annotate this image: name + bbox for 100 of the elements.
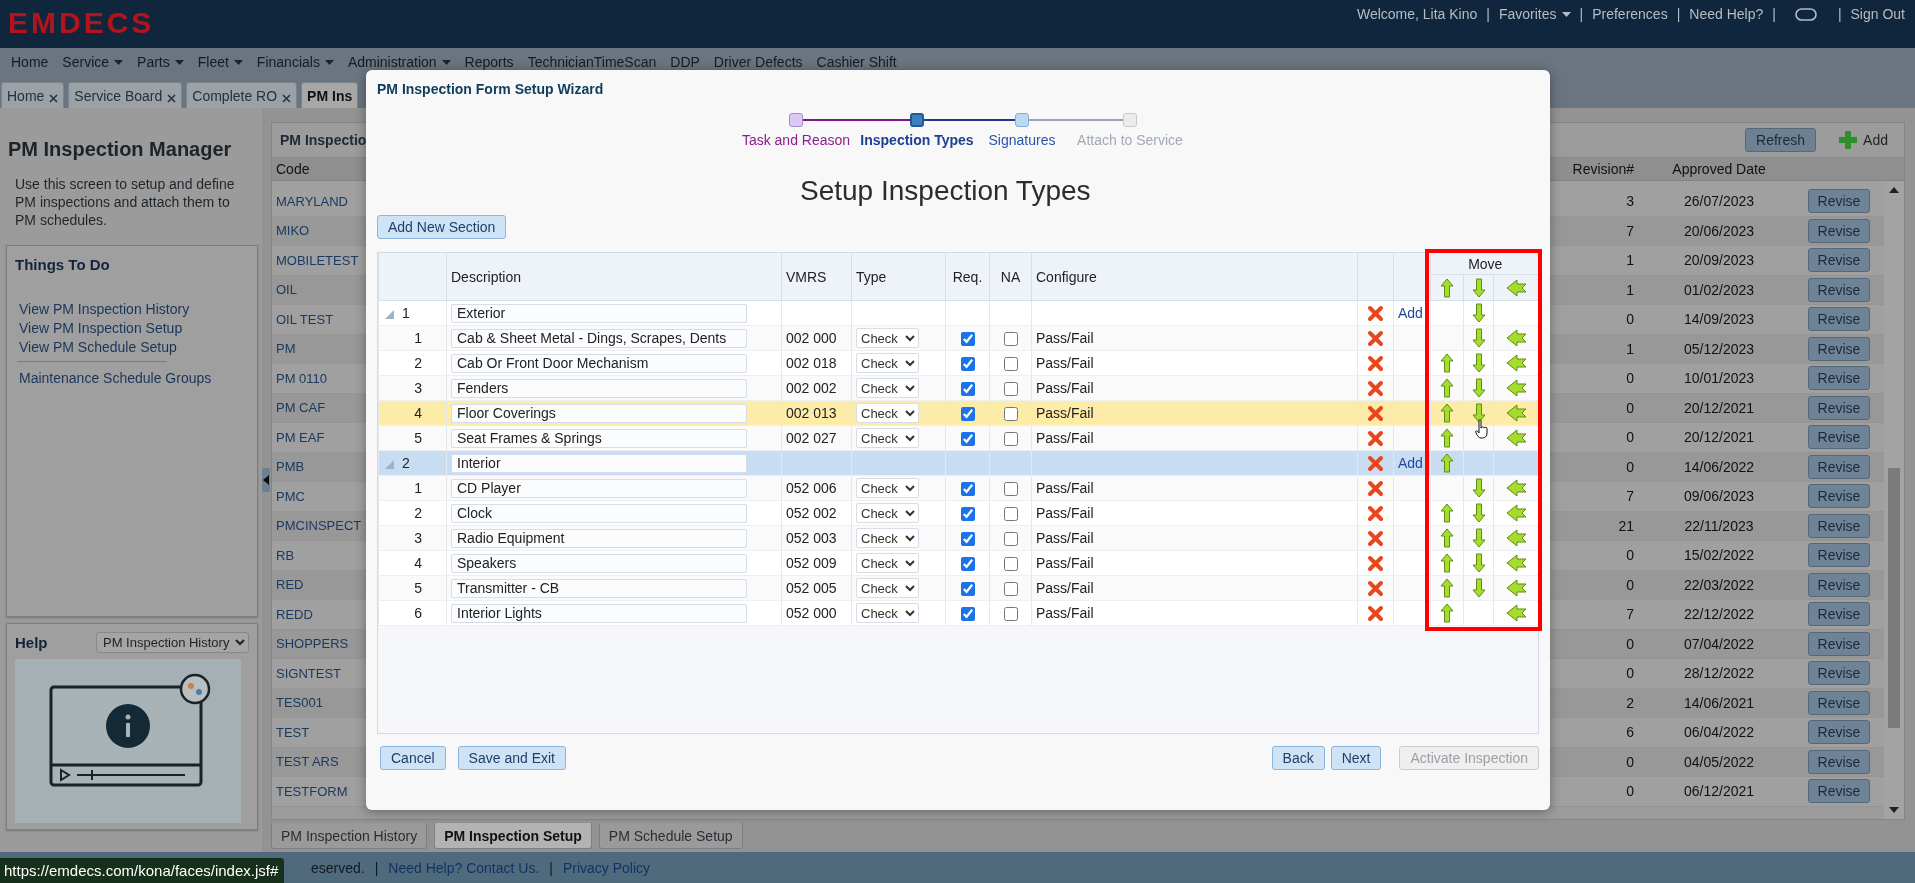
delete-icon[interactable] [1367,604,1384,622]
description-field[interactable]: Transmitter - CB [451,578,747,598]
revise-button[interactable]: Revise [1808,749,1870,774]
down-arrow-icon[interactable] [1471,303,1486,323]
left-arrow-icon[interactable] [1505,404,1528,423]
scrollbar[interactable] [1884,181,1904,819]
left-arrow-icon[interactable] [1505,529,1528,548]
tab[interactable]: PM Inspection Setup [434,823,592,849]
delete-icon[interactable] [1367,404,1384,422]
na-checkbox[interactable] [1003,482,1018,497]
na-checkbox[interactable] [1003,507,1018,522]
left-arrow-icon[interactable] [1505,278,1528,297]
table-row[interactable]: 6 Interior Lights 052 000 Check Pass/Fail [378,600,1540,626]
up-arrow-icon[interactable] [1440,503,1454,523]
up-arrow-icon[interactable] [1440,603,1454,623]
header-link[interactable]: Sign Out [1850,6,1905,22]
caret-icon[interactable] [324,59,334,65]
description-field[interactable]: Radio Equipment [451,528,747,548]
caret-icon[interactable] [174,59,184,65]
type-select[interactable]: Check [856,528,919,548]
header-link[interactable]: Preferences [1592,6,1668,22]
table-row[interactable]: 4 Speakers 052 009 Check Pass/Fail [378,550,1540,576]
revise-button[interactable]: Revise [1808,720,1870,745]
caret-icon[interactable] [441,59,451,65]
required-checkbox[interactable] [960,557,975,572]
revise-button[interactable]: Revise [1808,661,1870,686]
type-select[interactable]: Check [856,328,919,348]
delete-icon[interactable] [1367,504,1384,522]
description-field[interactable]: Exterior [451,303,747,323]
delete-icon[interactable] [1367,454,1384,472]
refresh-button[interactable]: Refresh [1745,128,1817,152]
revise-button[interactable]: Revise [1808,513,1870,538]
revise-button[interactable]: Revise [1808,218,1870,243]
na-checkbox[interactable] [1003,582,1018,597]
menu-item[interactable]: TechnicianTimeScan [527,54,657,70]
revise-button[interactable]: Revise [1808,631,1870,656]
revise-button[interactable]: Revise [1808,395,1870,420]
left-arrow-icon[interactable] [1505,579,1528,598]
required-checkbox[interactable] [960,357,975,372]
left-arrow-icon[interactable] [1505,604,1528,623]
required-checkbox[interactable] [960,432,975,447]
revise-button[interactable]: Revise [1808,425,1870,450]
down-arrow-icon[interactable] [1471,553,1486,573]
revise-button[interactable]: Revise [1808,366,1870,391]
step-label[interactable]: Signatures [988,132,1056,148]
required-checkbox[interactable] [960,332,975,347]
table-row[interactable]: 2 Cab Or Front Door Mechanism 002 018 Check Pass/Fail [378,350,1540,376]
required-checkbox[interactable] [960,582,975,597]
revise-button[interactable]: Revise [1808,307,1870,332]
na-checkbox[interactable] [1003,407,1018,422]
left-arrow-icon[interactable] [1505,429,1528,448]
delete-icon[interactable] [1367,329,1384,347]
required-checkbox[interactable] [960,382,975,397]
description-field[interactable]: CD Player [451,478,747,498]
down-arrow-icon[interactable] [1471,478,1486,498]
menu-item[interactable]: DDP [670,54,700,70]
table-row[interactable]: 1 Exterior Add [378,300,1540,326]
down-arrow-icon[interactable] [1471,378,1486,398]
type-select[interactable]: Check [856,353,919,373]
revise-button[interactable]: Revise [1808,779,1870,804]
description-field[interactable]: Seat Frames & Springs [451,428,747,448]
type-select[interactable]: Check [856,503,919,523]
dialog-button[interactable]: Next [1330,746,1382,770]
required-checkbox[interactable] [960,507,975,522]
revise-button[interactable]: Revise [1808,189,1870,214]
required-checkbox[interactable] [960,532,975,547]
revise-button[interactable]: Revise [1808,336,1870,361]
down-arrow-icon[interactable] [1471,277,1486,298]
table-row[interactable]: 2 Interior Add [378,450,1540,476]
down-arrow-icon[interactable] [1471,503,1486,523]
menu-item[interactable]: Cashier Shift [816,54,897,70]
left-arrow-icon[interactable] [1505,329,1528,348]
caret-icon[interactable] [1561,11,1571,17]
sidebar-link[interactable]: View PM Inspection Setup [19,320,249,337]
down-arrow-icon[interactable] [1471,353,1486,373]
revise-button[interactable]: Revise [1808,572,1870,597]
up-arrow-icon[interactable] [1440,403,1454,423]
down-arrow-icon[interactable] [1471,578,1486,598]
na-checkbox[interactable] [1003,357,1018,372]
table-row[interactable]: 5 Transmitter - CB 052 005 Check Pass/Fail [378,575,1540,601]
caret-icon[interactable] [114,59,124,65]
tab[interactable]: PM Ins [301,82,359,108]
revise-button[interactable]: Revise [1808,248,1870,273]
up-arrow-icon[interactable] [1440,453,1454,473]
menu-item[interactable]: Reports [464,54,514,70]
na-checkbox[interactable] [1003,432,1018,447]
menu-item[interactable]: Fleet [197,54,243,70]
down-arrow-icon[interactable] [1471,528,1486,548]
up-arrow-icon[interactable] [1440,428,1454,448]
revise-button[interactable]: Revise [1808,602,1870,627]
delete-icon[interactable] [1367,579,1384,597]
up-arrow-icon[interactable] [1440,277,1454,298]
scroll-down-icon[interactable] [1889,807,1899,813]
help-topic-select[interactable]: PM Inspection History [96,632,249,653]
type-select[interactable]: Check [856,553,919,573]
required-checkbox[interactable] [960,482,975,497]
revise-button[interactable]: Revise [1808,690,1870,715]
table-row[interactable]: 1 Cab & Sheet Metal - Dings, Scrapes, Dents 002 000 Check Pass/Fail [378,325,1540,351]
description-field[interactable]: Cab & Sheet Metal - Dings, Scrapes, Dents [451,328,747,348]
na-checkbox[interactable] [1003,332,1018,347]
